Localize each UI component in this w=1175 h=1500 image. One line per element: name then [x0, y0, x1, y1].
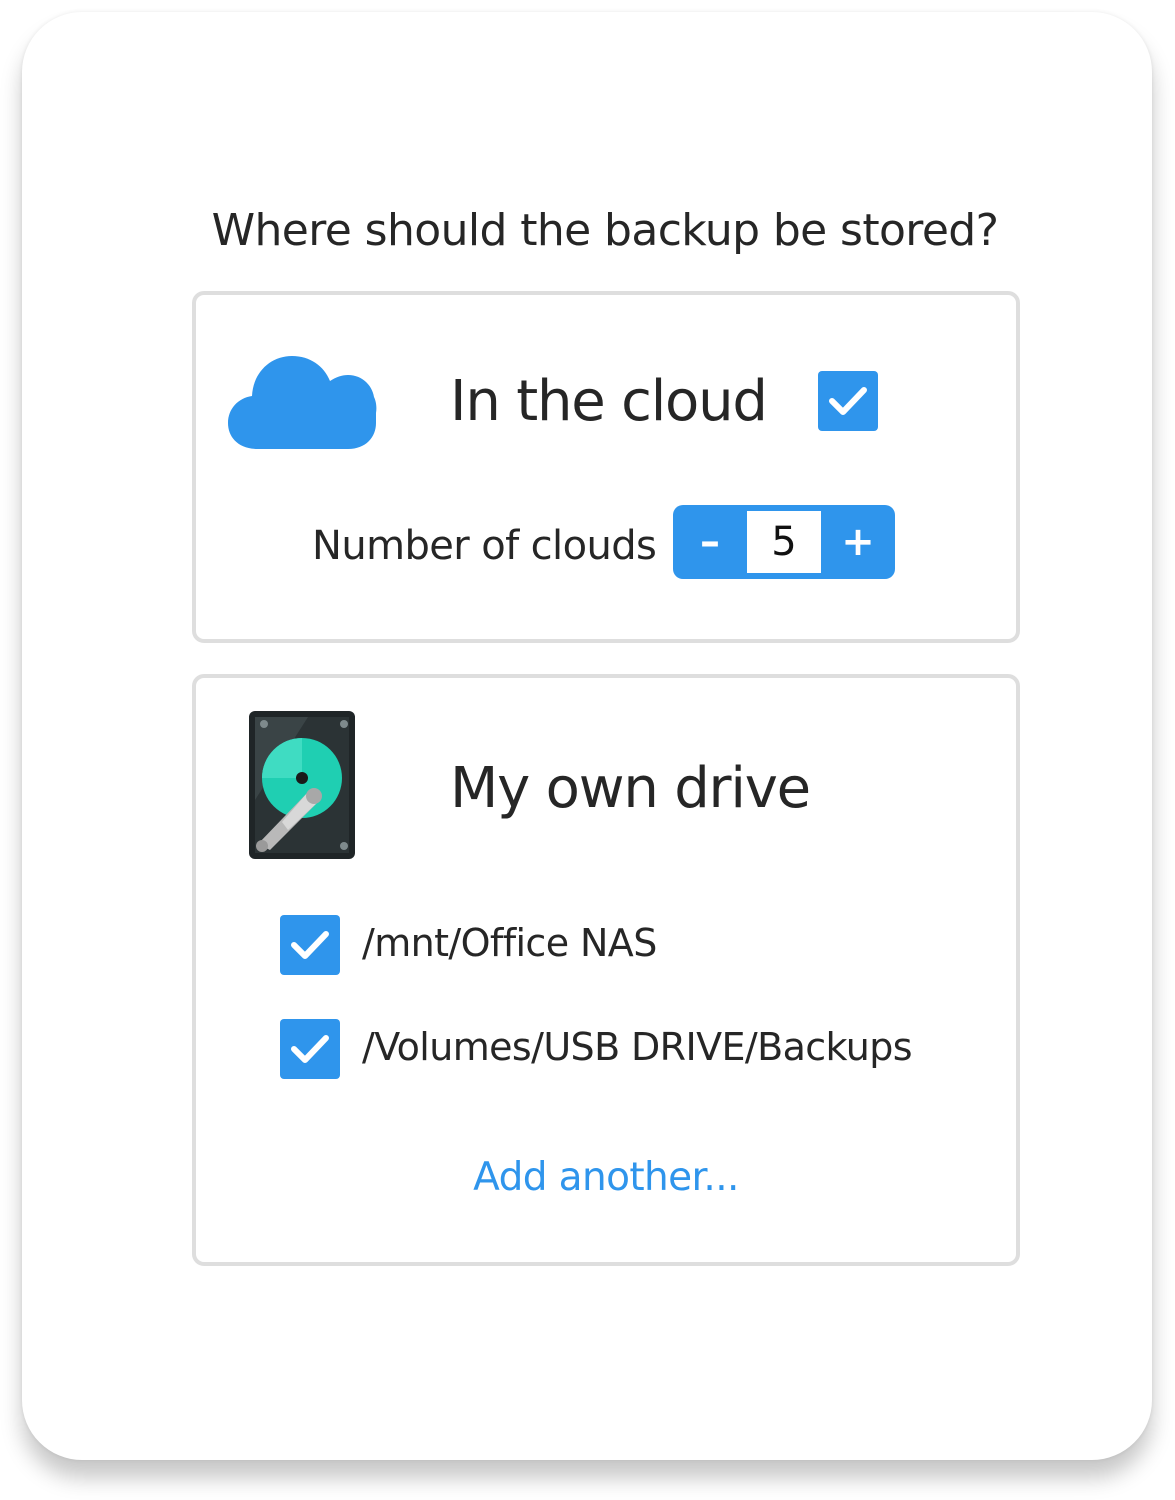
drive-option-title: My own drive — [450, 756, 811, 821]
question-heading: Where should the backup be stored? — [211, 205, 999, 256]
cloud-icon — [228, 356, 377, 449]
add-another-link[interactable]: Add another... — [196, 1155, 1016, 1200]
checkmark-icon — [291, 1035, 329, 1063]
office-nas-checkbox[interactable] — [280, 915, 340, 975]
increment-button[interactable]: + — [821, 505, 895, 579]
cloud-checkbox[interactable] — [818, 371, 878, 431]
clouds-count-stepper: – 5 + — [673, 505, 895, 579]
hard-drive-icon — [249, 711, 355, 859]
backup-location-card: Where should the backup be stored? In th… — [22, 12, 1152, 1460]
drive-path-label: /Volumes/USB DRIVE/Backups — [362, 1025, 913, 1069]
decrement-button[interactable]: – — [673, 505, 747, 579]
checkmark-icon — [291, 931, 329, 959]
clouds-count-value[interactable]: 5 — [747, 511, 821, 573]
checkmark-icon — [829, 387, 867, 415]
cloud-option-panel: In the cloud Number of clouds – 5 + — [192, 291, 1020, 643]
usb-drive-checkbox[interactable] — [280, 1019, 340, 1079]
clouds-count-label: Number of clouds — [312, 523, 657, 569]
cloud-option-title: In the cloud — [450, 369, 768, 434]
drive-path-label: /mnt/Office NAS — [362, 921, 657, 965]
drive-option-panel: My own drive /mnt/Office NAS /Volumes/US… — [192, 674, 1020, 1266]
